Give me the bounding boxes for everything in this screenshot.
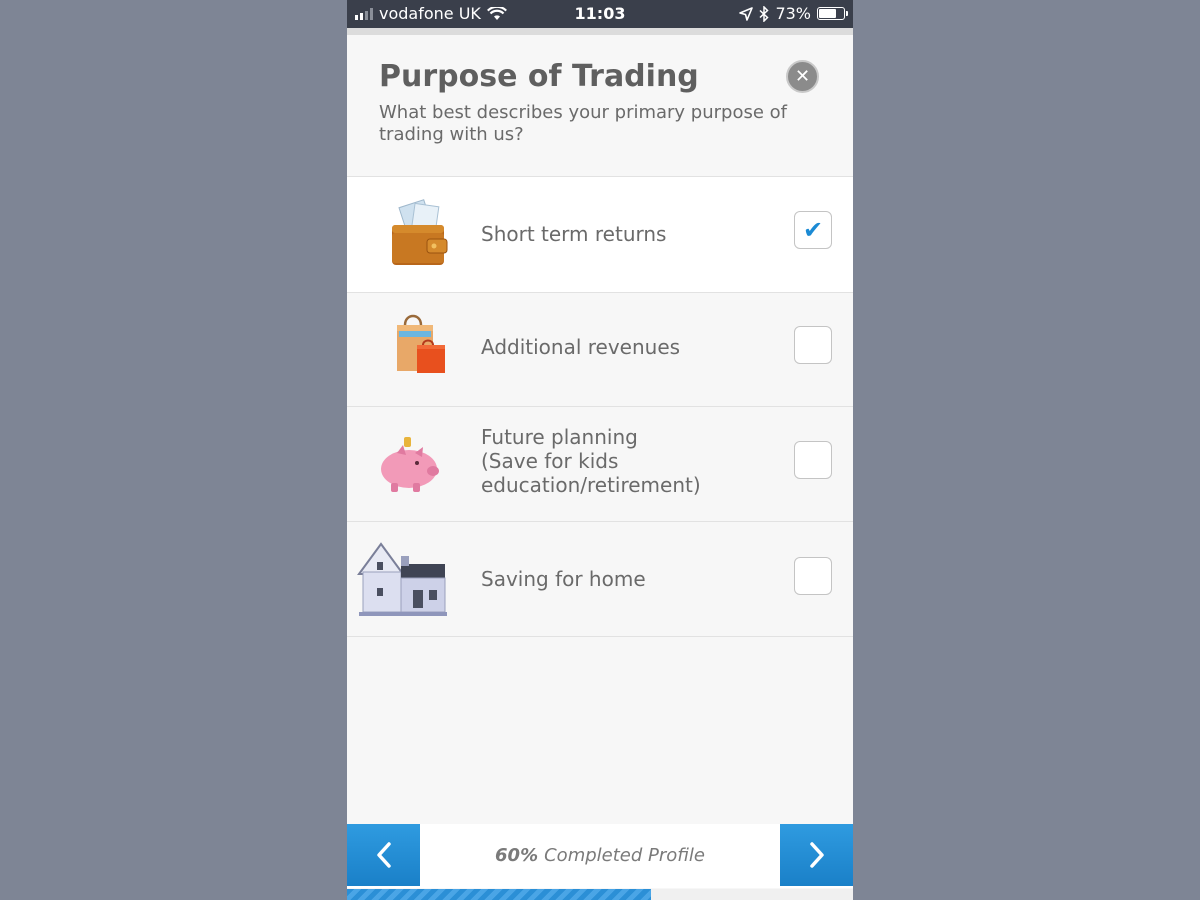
previous-button[interactable] xyxy=(347,824,420,886)
battery-percent: 73% xyxy=(775,4,811,23)
progress-label: Completed Profile xyxy=(544,844,705,866)
status-bar: vodafone UK 11:03 73% xyxy=(347,0,853,28)
modal-header: Purpose of Trading What best describes y… xyxy=(347,35,853,177)
option-checkbox[interactable] xyxy=(794,557,832,595)
option-label: Saving for home xyxy=(481,567,646,591)
progress-summary: 60% Completed Profile xyxy=(420,824,780,886)
option-short-term-returns[interactable]: Short term returns ✔ xyxy=(347,177,853,293)
progress-bar xyxy=(347,889,853,900)
house-icon xyxy=(357,522,467,636)
shopping-bags-icon xyxy=(357,293,467,406)
progress-bar-fill xyxy=(347,889,651,900)
option-label: Future planning (Save for kids education… xyxy=(481,425,701,497)
piggy-bank-icon xyxy=(357,407,467,521)
chevron-right-icon xyxy=(809,842,824,868)
battery-icon xyxy=(817,7,848,20)
checkmark-icon: ✔ xyxy=(802,216,824,244)
location-arrow-icon xyxy=(739,6,754,21)
option-label: Additional revenues xyxy=(481,335,681,359)
close-button[interactable]: ✕ xyxy=(786,60,819,93)
progress-percent: 60% xyxy=(495,844,539,866)
chevron-left-icon xyxy=(376,842,391,868)
option-additional-revenues[interactable]: Additional revenues xyxy=(347,293,853,407)
option-checkbox[interactable] xyxy=(794,326,832,364)
close-icon: ✕ xyxy=(794,66,811,87)
option-future-planning[interactable]: Future planning (Save for kids education… xyxy=(347,407,853,522)
option-label: Short term returns xyxy=(481,222,667,246)
option-checkbox[interactable] xyxy=(794,441,832,479)
page-subtitle: What best describes your primary purpose… xyxy=(379,102,788,145)
next-button[interactable] xyxy=(780,824,853,886)
phone-screen: vodafone UK 11:03 73% Purpose of Trading… xyxy=(347,0,853,900)
profile-progress-footer: 60% Completed Profile xyxy=(347,824,853,888)
options-list: Short term returns ✔ Additional revenues… xyxy=(347,177,853,637)
bluetooth-icon xyxy=(759,5,770,22)
option-checkbox[interactable]: ✔ xyxy=(794,211,832,249)
header-divider xyxy=(347,28,853,35)
page-title: Purpose of Trading xyxy=(379,59,699,94)
wallet-icon xyxy=(357,177,467,292)
option-saving-for-home[interactable]: Saving for home xyxy=(347,522,853,637)
